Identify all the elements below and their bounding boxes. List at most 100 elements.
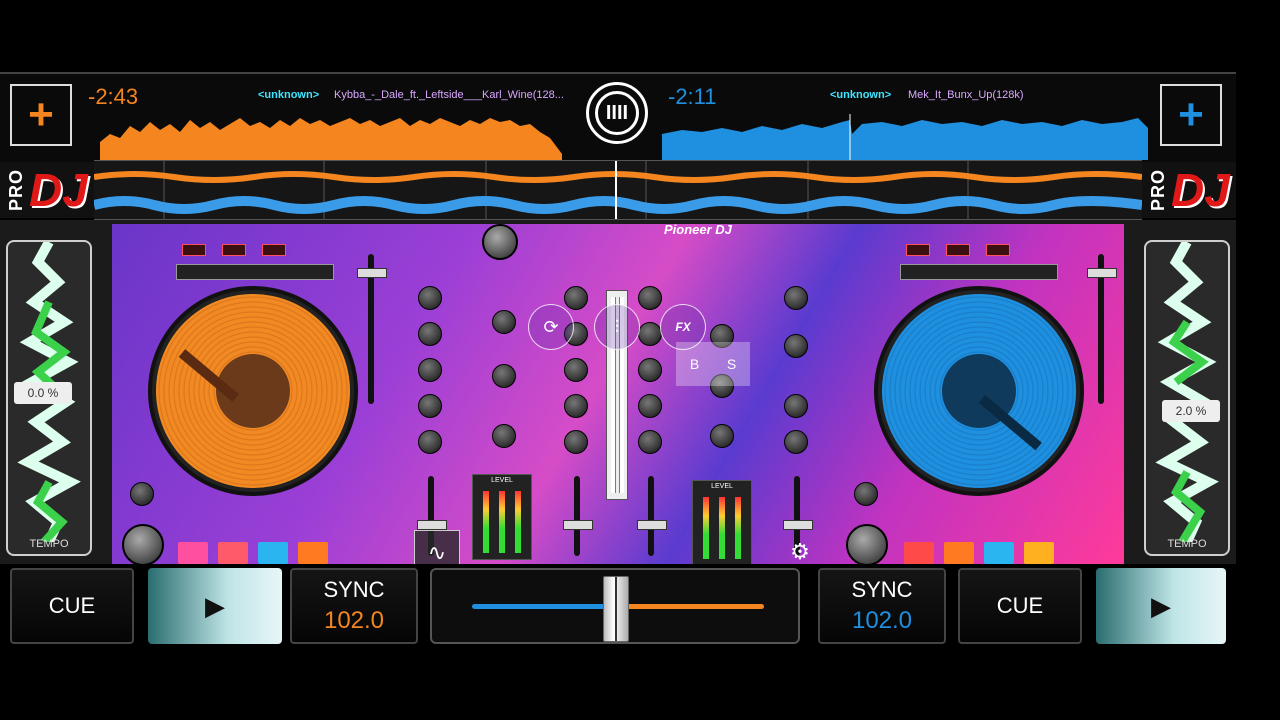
deck-b-load-button[interactable]: + [1160, 84, 1222, 146]
dj-text: DJ [1171, 164, 1230, 216]
controller-brand: Pioneer DJ [664, 222, 732, 237]
crossfader-knob[interactable] [603, 576, 629, 642]
ch5-trim-knob[interactable] [784, 286, 808, 310]
b-button[interactable]: B [690, 356, 699, 372]
ch3-filter-knob[interactable] [638, 430, 662, 454]
deck-a-sync-button[interactable]: SYNC 102.0 [290, 568, 418, 644]
ch1-hi-knob[interactable] [418, 322, 442, 346]
deck-b-bpm: 102.0 [851, 607, 913, 634]
deck-b-pitch-fader-cap[interactable] [1087, 268, 1117, 278]
crossfader[interactable] [430, 568, 800, 644]
deck-b-tempo-label: TEMPO [1167, 538, 1207, 550]
deck-b-pad-1[interactable] [904, 542, 934, 564]
deck-a-load-button[interactable]: + [10, 84, 72, 146]
ch3-volume-fader[interactable] [648, 476, 654, 556]
controller-skin: LEVEL LEVEL Pioneer DJ [112, 222, 1124, 566]
deck-a-pad-1[interactable] [178, 542, 208, 564]
deck-b-pad-2[interactable] [944, 542, 974, 564]
deck-a-needle-search[interactable] [176, 264, 334, 280]
pro-text: PRO [6, 168, 26, 211]
deck-b-jog-wheel[interactable] [874, 286, 1084, 496]
ch3-low-knob[interactable] [638, 394, 662, 418]
ch5-low-knob[interactable] [784, 430, 808, 454]
ch5-mid-knob[interactable] [784, 394, 808, 418]
bs-toggle[interactable]: B S [676, 342, 750, 386]
deck-a-artist: <unknown> [258, 89, 320, 101]
deck-b-pad-4[interactable] [1024, 542, 1054, 564]
deck-a-waveform[interactable] [100, 114, 562, 160]
deck-a-cue-button[interactable]: CUE [10, 568, 134, 644]
ch1-volume-cap[interactable] [417, 520, 447, 530]
deck-b-pitch-value[interactable]: 2.0 % [1162, 400, 1220, 422]
ch3-trim-knob[interactable] [638, 286, 662, 310]
ch1-trim-knob[interactable] [418, 286, 442, 310]
deck-a-mini-button[interactable] [222, 244, 246, 256]
sync-label: SYNC [323, 577, 385, 602]
deck-b-waveform[interactable] [662, 114, 1148, 160]
ch1-filter-knob[interactable] [418, 430, 442, 454]
deck-a-track-title: Kybba_-_Dale_ft._Leftside___Karl_Wine(12… [334, 89, 564, 101]
deck-a-pitch-value[interactable]: 0.0 % [14, 382, 72, 404]
deck-a-knob[interactable] [130, 482, 154, 506]
sampler-volume-knob[interactable] [492, 424, 516, 448]
deck-b-cue-button[interactable]: CUE [958, 568, 1082, 644]
deck-a-pad-3[interactable] [258, 542, 288, 564]
ch2-filter-knob[interactable] [564, 430, 588, 454]
play-icon: ▶ [1151, 590, 1171, 621]
ch1-mid-knob[interactable] [418, 358, 442, 382]
deck-a-pad-2[interactable] [218, 542, 248, 564]
vu-meter-left: LEVEL [472, 474, 532, 560]
ch4-volume-cap[interactable] [783, 520, 813, 530]
ch4-low-knob[interactable] [710, 424, 734, 448]
deck-a-pad-4[interactable] [298, 542, 328, 564]
deck-b-play-button[interactable]: ▶ [1096, 568, 1226, 644]
deck-a-play-button[interactable]: ▶ [148, 568, 282, 644]
ch3-hi-knob[interactable] [638, 322, 662, 346]
ch2-low-knob[interactable] [564, 394, 588, 418]
deck-b-mini-button[interactable] [906, 244, 930, 256]
transport-bar: CUE ▶ SYNC 102.0 SYNC 102.0 CUE ▶ [0, 564, 1236, 650]
beat-overview[interactable] [92, 160, 1143, 220]
sync-loop-icon[interactable]: ⟳ [528, 304, 574, 350]
deck-b-mini-button[interactable] [986, 244, 1010, 256]
menu-logo-icon[interactable]: IIII [586, 82, 648, 144]
dj-app: + -2:43 <unknown> Kybba_-_Dale_ft._Lefts… [0, 72, 1236, 650]
play-icon: ▶ [205, 590, 225, 621]
deck-a-bpm: 102.0 [323, 607, 385, 634]
ch5-hi-knob[interactable] [784, 334, 808, 358]
dj-text: DJ [29, 164, 88, 216]
booth-monitor-knob[interactable] [492, 364, 516, 388]
deck-b-track-title: Mek_It_Bunx_Up(128k) [908, 89, 1024, 101]
ch2-mid-knob[interactable] [564, 358, 588, 382]
ch3-mid-knob[interactable] [638, 358, 662, 382]
fx-label: FX [675, 320, 691, 334]
ch3-volume-cap[interactable] [637, 520, 667, 530]
deck-a-mini-button[interactable] [182, 244, 206, 256]
s-button[interactable]: S [727, 356, 736, 372]
ch2-volume-fader[interactable] [574, 476, 580, 556]
deck-b-mini-button[interactable] [946, 244, 970, 256]
deck-b-needle-search[interactable] [900, 264, 1058, 280]
ch1-low-knob[interactable] [418, 394, 442, 418]
pro-text: PRO [1148, 168, 1168, 211]
mixer-sliders-icon[interactable]: ⫶ [594, 304, 640, 350]
deck-a-pitch-fader-cap[interactable] [357, 268, 387, 278]
deck-b-pad-3[interactable] [984, 542, 1014, 564]
master-level-knob[interactable] [492, 310, 516, 334]
overview-waveforms [92, 161, 1143, 219]
deck-a-jog-wheel[interactable] [148, 286, 358, 496]
cue-label: CUE [48, 593, 96, 618]
deck-b-tempo-strip[interactable]: TEMPO [1144, 240, 1230, 556]
vu-meter-right: LEVEL [692, 480, 752, 566]
ch2-volume-cap[interactable] [563, 520, 593, 530]
deck-a-tempo-label: TEMPO [29, 538, 69, 550]
deck-a-time: -2:43 [88, 84, 139, 109]
browse-knob[interactable] [482, 224, 518, 260]
deck-b-sync-button[interactable]: SYNC 102.0 [818, 568, 946, 644]
level-label: LEVEL [491, 477, 513, 484]
deck-a-mini-button[interactable] [262, 244, 286, 256]
deck-b-shift-knob[interactable] [846, 524, 888, 566]
deck-b-knob[interactable] [854, 482, 878, 506]
ch2-trim-knob[interactable] [564, 286, 588, 310]
deck-a-shift-knob[interactable] [122, 524, 164, 566]
